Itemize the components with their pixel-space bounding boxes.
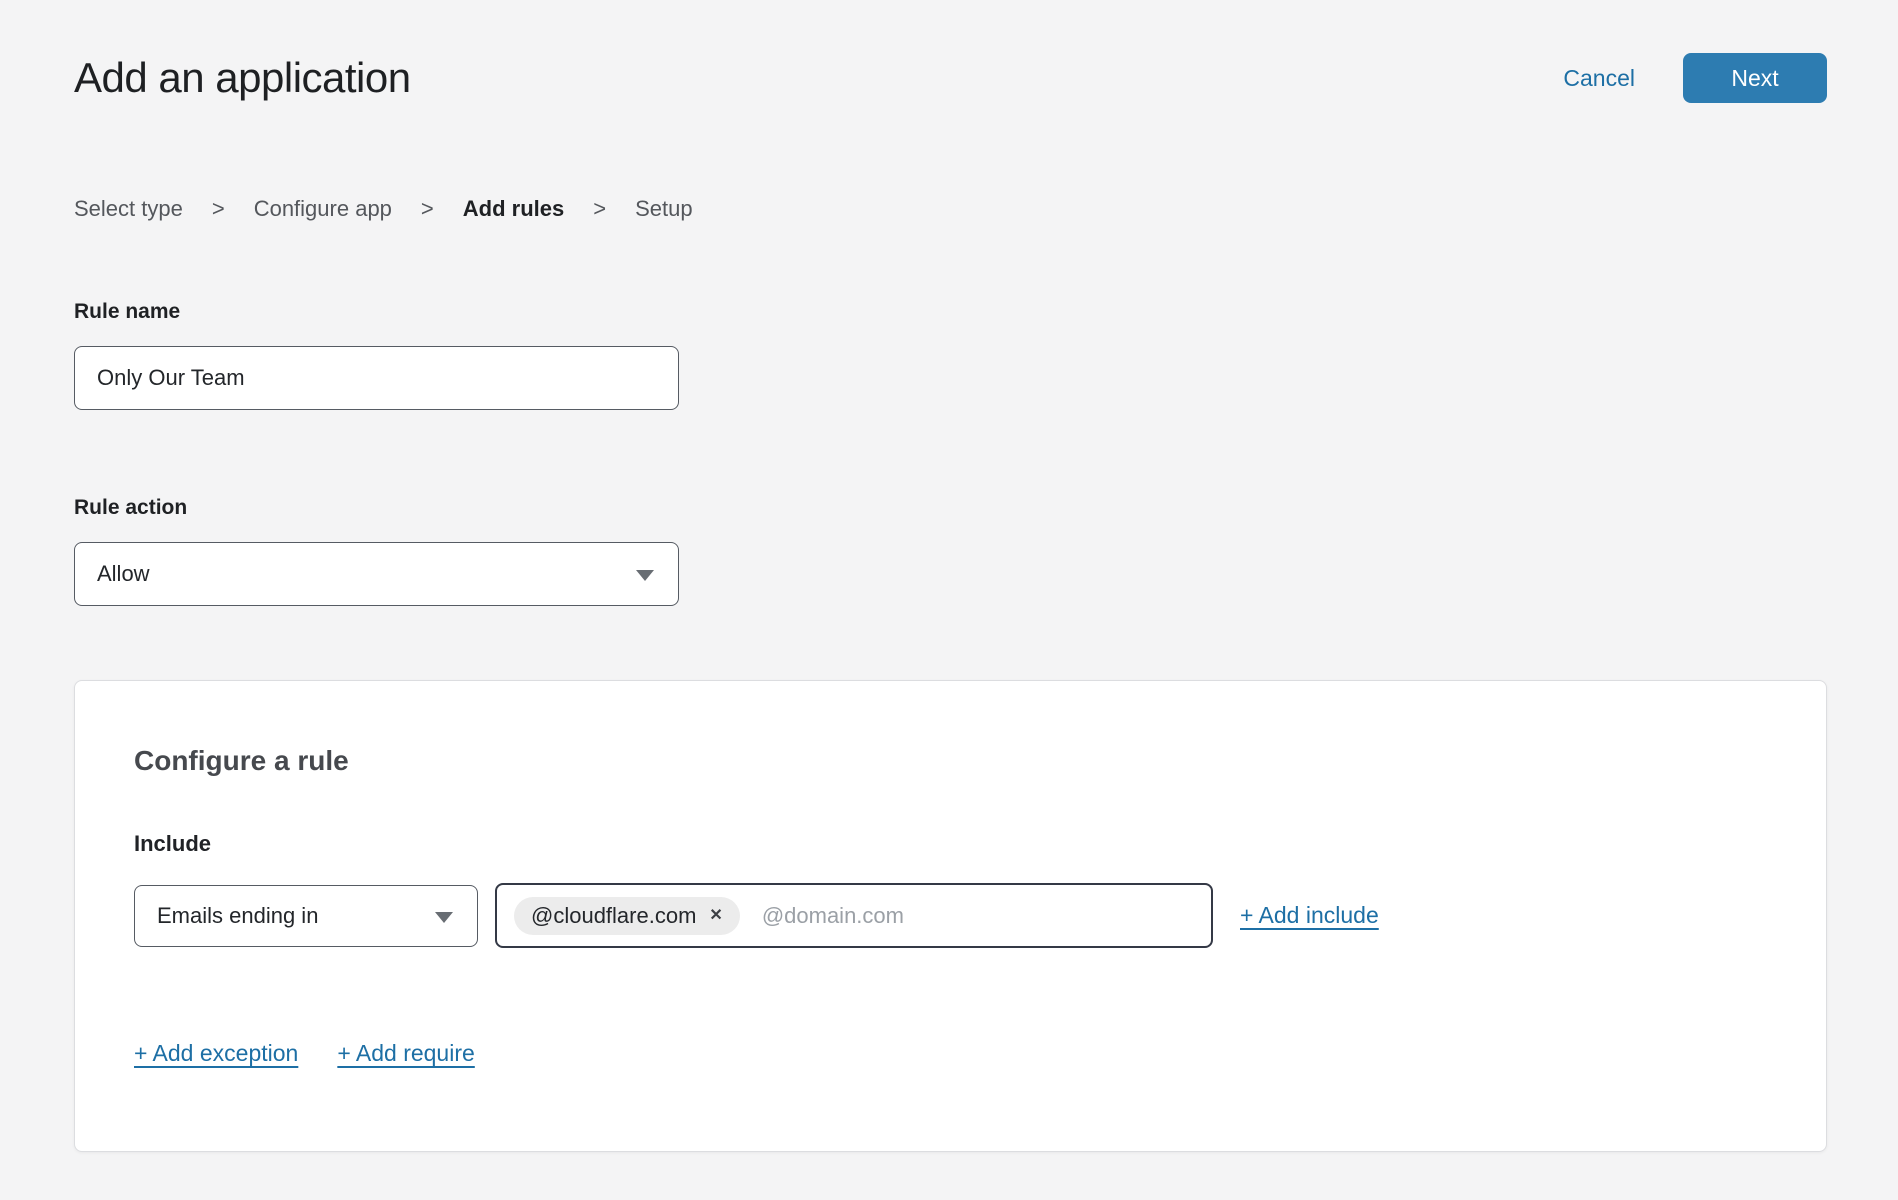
configure-rule-card: Configure a rule Include Emails ending i… <box>74 680 1827 1152</box>
rule-action-selected-value: Allow <box>97 561 150 587</box>
cancel-button[interactable]: Cancel <box>1563 65 1635 92</box>
next-button[interactable]: Next <box>1683 53 1827 103</box>
email-domain-chip-label: @cloudflare.com <box>531 903 696 929</box>
page-title: Add an application <box>74 54 411 102</box>
breadcrumb-step-setup[interactable]: Setup <box>635 196 693 222</box>
page-header: Add an application Cancel Next <box>74 53 1827 103</box>
breadcrumb-separator: > <box>421 196 434 222</box>
configure-rule-title: Configure a rule <box>134 745 1767 777</box>
breadcrumb-separator: > <box>593 196 606 222</box>
add-exception-link[interactable]: + Add exception <box>134 1040 298 1067</box>
add-require-link[interactable]: + Add require <box>337 1040 474 1067</box>
rule-action-label: Rule action <box>74 496 1827 520</box>
include-label: Include <box>134 831 1767 857</box>
add-application-page: Add an application Cancel Next Select ty… <box>0 0 1898 1200</box>
include-selector-value: Emails ending in <box>157 903 318 929</box>
chevron-down-icon <box>636 570 654 581</box>
breadcrumb-step-select-type[interactable]: Select type <box>74 196 183 222</box>
include-value-tag-input[interactable]: @cloudflare.com ✕ <box>495 883 1213 948</box>
breadcrumb: Select type > Configure app > Add rules … <box>74 196 1827 222</box>
header-actions: Cancel Next <box>1563 53 1827 103</box>
breadcrumb-step-configure-app[interactable]: Configure app <box>254 196 392 222</box>
rule-name-label: Rule name <box>74 300 1827 324</box>
include-rule-row: Emails ending in @cloudflare.com ✕ + Add… <box>134 883 1767 948</box>
email-domain-chip: @cloudflare.com ✕ <box>514 897 740 935</box>
rule-extra-links: + Add exception + Add require <box>134 1040 1767 1067</box>
email-domain-input[interactable] <box>762 903 1197 929</box>
chevron-down-icon <box>435 912 453 923</box>
add-include-link[interactable]: + Add include <box>1240 902 1379 929</box>
rule-name-input[interactable] <box>74 346 679 410</box>
include-selector-select[interactable]: Emails ending in <box>134 885 478 947</box>
remove-chip-icon[interactable]: ✕ <box>709 908 722 924</box>
rule-action-select[interactable]: Allow <box>74 542 679 606</box>
breadcrumb-separator: > <box>212 196 225 222</box>
breadcrumb-step-add-rules[interactable]: Add rules <box>463 196 564 222</box>
